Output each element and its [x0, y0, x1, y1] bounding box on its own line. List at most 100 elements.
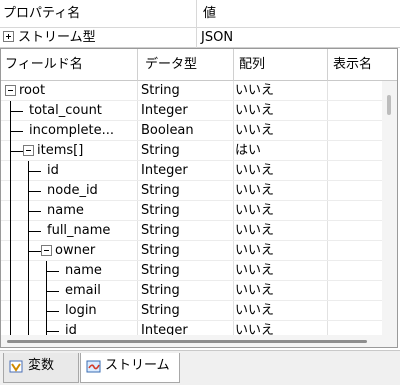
array-flag-cell[interactable]: いいえ	[235, 261, 325, 281]
tab-variables[interactable]: 変数	[3, 353, 79, 383]
property-name-cell: ストリーム型	[0, 28, 196, 48]
column-header-array[interactable]: 配列	[235, 49, 327, 81]
tree-connector-line	[10, 151, 23, 152]
array-flag-cell[interactable]: いいえ	[235, 161, 325, 181]
collapse-minus-icon[interactable]	[41, 245, 52, 256]
table-row[interactable]: full_name String いいえ	[1, 221, 382, 241]
field-table: フィールド名 データ型 配列 表示名 root String いいえ total_co…	[0, 48, 398, 348]
tree-connector-line	[28, 281, 29, 301]
data-type-cell[interactable]: String	[141, 261, 231, 281]
data-type-cell[interactable]: String	[141, 141, 231, 161]
data-type-cell[interactable]: String	[141, 281, 231, 301]
display-name-cell[interactable]	[329, 201, 382, 221]
array-flag-cell[interactable]: いいえ	[235, 81, 325, 101]
data-type-cell[interactable]: Integer	[141, 161, 231, 181]
field-name-cell: login	[1, 301, 137, 321]
column-divider[interactable]	[196, 0, 197, 28]
tree-connector-line	[28, 171, 41, 172]
table-row[interactable]: total_count Integer いいえ	[1, 101, 382, 121]
column-header-field-name[interactable]: フィールド名	[1, 49, 137, 81]
field-table-body: root String いいえ total_count Integer いいえ incomp…	[1, 81, 382, 341]
property-name-header: プロパティ名	[3, 6, 81, 21]
tree-connector-line	[10, 221, 11, 241]
collapse-minus-icon[interactable]	[5, 85, 16, 96]
table-row[interactable]: login String いいえ	[1, 301, 382, 321]
tree-connector-line	[10, 301, 11, 321]
tab-label: ストリーム	[105, 358, 170, 373]
table-row[interactable]: node_id String いいえ	[1, 181, 382, 201]
property-row-stream-type[interactable]: ストリーム型 JSON	[0, 28, 400, 48]
data-type-cell[interactable]: String	[141, 201, 231, 221]
data-type-cell[interactable]: String	[141, 241, 231, 261]
array-flag-cell[interactable]: いいえ	[235, 241, 325, 261]
data-type-cell[interactable]: Boolean	[141, 121, 231, 141]
tree-connector-line	[46, 271, 59, 272]
field-name: items[]	[37, 143, 84, 158]
field-name: root	[19, 83, 46, 98]
tree-connector-line	[10, 281, 11, 301]
bottom-tab-bar: 変数 ストリーム	[0, 350, 400, 385]
table-row[interactable]: incomplete... Boolean いいえ	[1, 121, 382, 141]
column-header-data-type[interactable]: データ型	[141, 49, 233, 81]
array-flag-cell[interactable]: いいえ	[235, 221, 325, 241]
data-type-cell[interactable]: String	[141, 301, 231, 321]
display-name-cell[interactable]	[329, 161, 382, 181]
tree-connector-line	[28, 191, 41, 192]
data-type-cell[interactable]: Integer	[141, 101, 231, 121]
property-value[interactable]: JSON	[198, 28, 400, 48]
data-type-cell[interactable]: String	[141, 181, 231, 201]
display-name-cell[interactable]	[329, 301, 382, 321]
display-name-cell[interactable]	[329, 221, 382, 241]
column-divider[interactable]	[137, 49, 138, 81]
display-name-cell[interactable]	[329, 241, 382, 261]
tab-stream[interactable]: ストリーム	[80, 353, 180, 383]
tree-connector-line	[28, 251, 41, 252]
field-table-header: フィールド名 データ型 配列 表示名	[1, 49, 397, 81]
display-name-cell[interactable]	[329, 281, 382, 301]
table-row[interactable]: items[] String はい	[1, 141, 382, 161]
column-divider[interactable]	[327, 49, 328, 81]
table-row[interactable]: name String いいえ	[1, 261, 382, 281]
table-row[interactable]: id Integer いいえ	[1, 161, 382, 181]
display-name-cell[interactable]	[329, 101, 382, 121]
table-row[interactable]: email String いいえ	[1, 281, 382, 301]
display-name-cell[interactable]	[329, 181, 382, 201]
field-name: total_count	[29, 103, 102, 118]
data-type-cell[interactable]: String	[141, 221, 231, 241]
horizontal-scrollbar[interactable]	[1, 335, 397, 347]
field-name-cell: name	[1, 201, 137, 221]
data-type-cell[interactable]: String	[141, 81, 231, 101]
display-name-cell[interactable]	[329, 141, 382, 161]
column-divider	[196, 28, 197, 48]
tree-connector-line	[10, 111, 23, 112]
property-value-header: 値	[203, 6, 217, 21]
collapse-minus-icon[interactable]	[23, 145, 34, 156]
tree-connector-line	[46, 311, 59, 312]
vertical-scrollbar[interactable]	[382, 81, 397, 335]
column-header-display-name[interactable]: 表示名	[329, 49, 397, 81]
column-divider[interactable]	[233, 49, 234, 81]
array-flag-cell[interactable]: いいえ	[235, 101, 325, 121]
expand-plus-icon[interactable]	[3, 31, 14, 42]
display-name-cell[interactable]	[329, 81, 382, 101]
scroll-thumb[interactable]	[387, 95, 391, 115]
display-name-cell[interactable]	[329, 261, 382, 281]
array-flag-cell[interactable]: いいえ	[235, 121, 325, 141]
property-grid-header: プロパティ名 値	[0, 0, 400, 28]
table-row[interactable]: root String いいえ	[1, 81, 382, 101]
array-flag-cell[interactable]: いいえ	[235, 281, 325, 301]
field-name: node_id	[47, 183, 98, 198]
tree-connector-line	[10, 201, 11, 221]
table-row[interactable]: owner String いいえ	[1, 241, 382, 261]
scroll-thumb[interactable]	[7, 340, 367, 343]
array-flag-cell[interactable]: いいえ	[235, 181, 325, 201]
table-row[interactable]: name String いいえ	[1, 201, 382, 221]
tab-label: 変数	[28, 358, 55, 373]
field-name: id	[47, 163, 59, 178]
array-flag-cell[interactable]: いいえ	[235, 301, 325, 321]
display-name-cell[interactable]	[329, 121, 382, 141]
array-flag-cell[interactable]: いいえ	[235, 201, 325, 221]
tree-connector-line	[28, 261, 29, 281]
tree-connector-line	[10, 181, 11, 201]
array-flag-cell[interactable]: はい	[235, 141, 325, 161]
